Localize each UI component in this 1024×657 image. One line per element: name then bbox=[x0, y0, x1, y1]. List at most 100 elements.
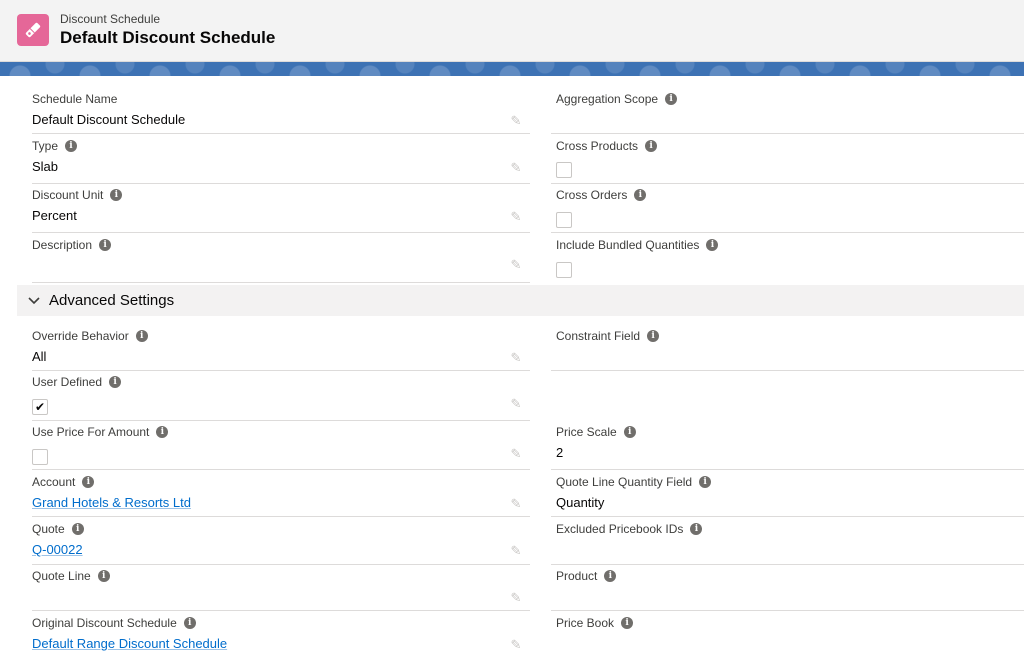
account-link[interactable]: Grand Hotels & Resorts Ltd bbox=[32, 495, 191, 510]
info-icon[interactable]: i bbox=[82, 476, 95, 488]
field-label: Price Book i bbox=[556, 616, 634, 630]
edit-pencil-icon[interactable]: ✎ bbox=[509, 114, 523, 128]
edit-pencil-icon[interactable]: ✎ bbox=[509, 591, 523, 605]
field-label: Product i bbox=[556, 569, 617, 583]
info-icon[interactable]: i bbox=[99, 239, 112, 251]
info-icon[interactable]: i bbox=[623, 426, 636, 438]
info-icon[interactable]: i bbox=[699, 476, 712, 488]
cross-orders-checkbox[interactable] bbox=[556, 212, 572, 228]
section-title: Advanced Settings bbox=[49, 292, 175, 309]
include-bundled-quantities-checkbox[interactable] bbox=[556, 262, 572, 278]
info-icon[interactable]: i bbox=[647, 330, 660, 342]
field-label: Description i bbox=[32, 238, 112, 252]
edit-pencil-icon[interactable]: ✎ bbox=[509, 397, 523, 411]
edit-pencil-icon[interactable]: ✎ bbox=[509, 210, 523, 224]
info-icon[interactable]: i bbox=[634, 189, 647, 201]
field-label: Aggregation Scope i bbox=[556, 92, 678, 106]
field-quote: Quote i Q-00022 ✎ bbox=[32, 522, 530, 570]
field-label: Quote Line Quantity Field i bbox=[556, 475, 712, 489]
divider bbox=[32, 183, 530, 184]
field-label: Original Discount Schedule i bbox=[32, 616, 196, 630]
use-price-for-amount-checkbox[interactable] bbox=[32, 449, 48, 465]
cross-products-checkbox[interactable] bbox=[556, 162, 572, 178]
field-label: Quote Line i bbox=[32, 569, 110, 583]
field-label: Use Price For Amount i bbox=[32, 425, 169, 439]
divider bbox=[551, 516, 1024, 517]
info-icon[interactable]: i bbox=[71, 523, 84, 535]
field-label: Type i bbox=[32, 139, 78, 153]
page-header: Discount Schedule Default Discount Sched… bbox=[0, 0, 1024, 62]
divider bbox=[32, 469, 530, 470]
tag-icon bbox=[17, 14, 49, 46]
field-cross-products: Cross Products i bbox=[556, 139, 1024, 187]
divider bbox=[551, 469, 1024, 470]
field-discount-unit: Discount Unit i Percent ✎ bbox=[32, 188, 530, 236]
divider bbox=[32, 564, 530, 565]
field-value: All bbox=[32, 349, 47, 364]
field-user-defined: User Defined i ✔ ✎ bbox=[32, 375, 530, 423]
field-label: Cross Orders i bbox=[556, 188, 647, 202]
quote-link[interactable]: Q-00022 bbox=[32, 542, 83, 557]
divider bbox=[32, 370, 530, 371]
info-icon[interactable]: i bbox=[156, 426, 169, 438]
field-price-book: Price Book i bbox=[556, 616, 1024, 657]
field-label: Quote i bbox=[32, 522, 84, 536]
field-value: Quantity bbox=[556, 495, 605, 510]
field-description: Description i ✎ bbox=[32, 238, 530, 286]
edit-pencil-icon[interactable]: ✎ bbox=[509, 544, 523, 558]
divider bbox=[32, 133, 530, 134]
divider bbox=[551, 370, 1024, 371]
divider bbox=[551, 133, 1024, 134]
field-label: Discount Unit i bbox=[32, 188, 123, 202]
edit-pencil-icon[interactable]: ✎ bbox=[509, 351, 523, 365]
field-value: Percent bbox=[32, 208, 77, 223]
user-defined-checkbox[interactable]: ✔ bbox=[32, 399, 48, 415]
edit-pencil-icon[interactable]: ✎ bbox=[509, 497, 523, 511]
edit-pencil-icon[interactable]: ✎ bbox=[509, 258, 523, 272]
field-label: Excluded Pricebook IDs i bbox=[556, 522, 703, 536]
field-label: Price Scale i bbox=[556, 425, 636, 439]
info-icon[interactable]: i bbox=[65, 140, 78, 152]
field-label: User Defined i bbox=[32, 375, 122, 389]
field-label: Constraint Field i bbox=[556, 329, 660, 343]
field-value: 2 bbox=[556, 445, 564, 460]
field-label: Include Bundled Quantities i bbox=[556, 238, 719, 252]
edit-pencil-icon[interactable]: ✎ bbox=[509, 161, 523, 175]
field-label: Override Behavior i bbox=[32, 329, 148, 343]
advanced-settings-section-header[interactable]: Advanced Settings bbox=[17, 285, 1024, 316]
edit-pencil-icon[interactable]: ✎ bbox=[509, 447, 523, 461]
divider bbox=[32, 282, 530, 283]
info-icon[interactable]: i bbox=[183, 617, 196, 629]
field-label: Account i bbox=[32, 475, 95, 489]
info-icon[interactable]: i bbox=[665, 93, 678, 105]
edit-pencil-icon[interactable]: ✎ bbox=[509, 638, 523, 652]
info-icon[interactable]: i bbox=[110, 189, 123, 201]
field-price-scale: Price Scale i 2 bbox=[556, 425, 1024, 473]
info-icon[interactable]: i bbox=[645, 140, 658, 152]
divider bbox=[32, 420, 530, 421]
info-icon[interactable]: i bbox=[690, 523, 703, 535]
field-use-price-for-amount: Use Price For Amount i ✎ bbox=[32, 425, 530, 473]
chevron-down-icon[interactable] bbox=[27, 294, 41, 308]
divider bbox=[551, 232, 1024, 233]
original-discount-schedule-link[interactable]: Default Range Discount Schedule bbox=[32, 636, 227, 651]
header-pattern-band bbox=[0, 62, 1024, 76]
info-icon[interactable]: i bbox=[621, 617, 634, 629]
info-icon[interactable]: i bbox=[97, 570, 110, 582]
divider bbox=[551, 610, 1024, 611]
info-icon[interactable]: i bbox=[135, 330, 148, 342]
object-type-label: Discount Schedule bbox=[60, 12, 161, 26]
field-value: Slab bbox=[32, 159, 59, 174]
field-excluded-pricebook-ids: Excluded Pricebook IDs i bbox=[556, 522, 1024, 570]
field-value: Default Discount Schedule bbox=[32, 112, 186, 127]
info-icon[interactable]: i bbox=[109, 376, 122, 388]
field-label: Cross Products i bbox=[556, 139, 658, 153]
divider bbox=[32, 232, 530, 233]
divider bbox=[551, 183, 1024, 184]
field-type: Type i Slab ✎ bbox=[32, 139, 530, 187]
field-original-discount-schedule: Original Discount Schedule i Default Rang… bbox=[32, 616, 530, 657]
field-label: Schedule Name bbox=[32, 92, 118, 106]
info-icon[interactable]: i bbox=[604, 570, 617, 582]
info-icon[interactable]: i bbox=[706, 239, 719, 251]
field-include-bundled-quantities: Include Bundled Quantities i bbox=[556, 238, 1024, 286]
